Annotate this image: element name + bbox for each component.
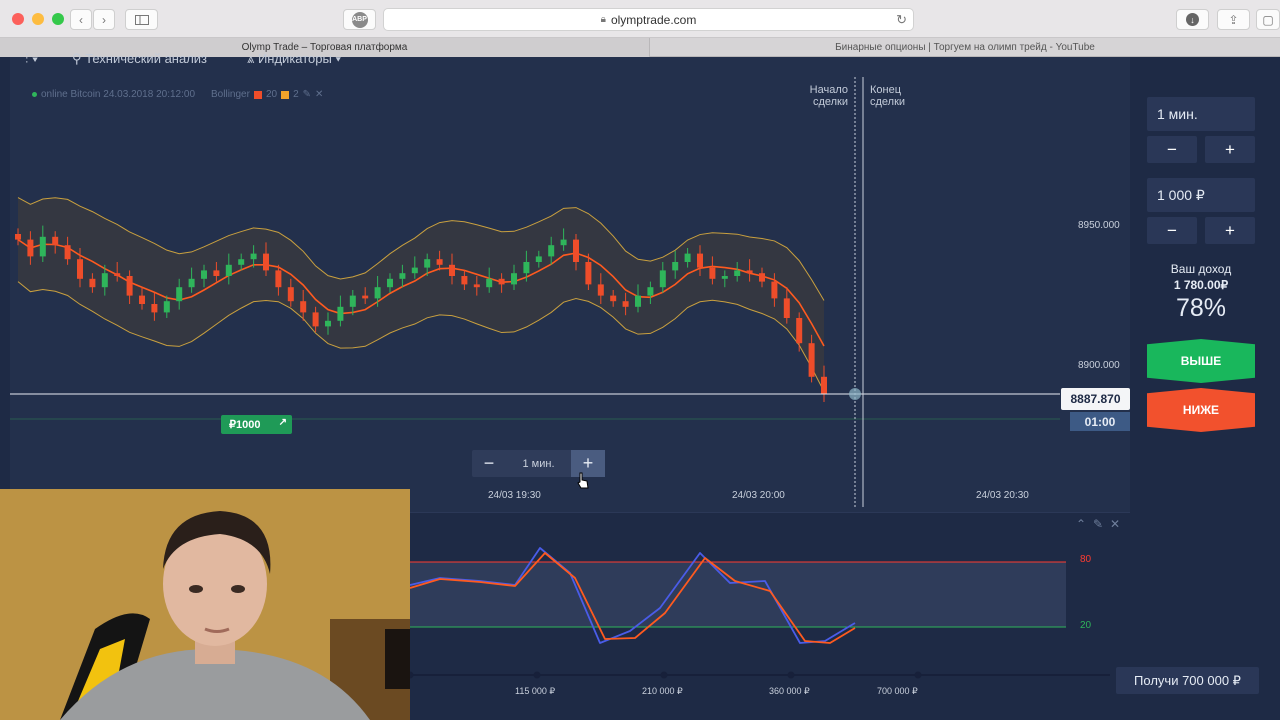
lower-button[interactable]: НИЖЕ bbox=[1147, 388, 1255, 432]
close-panel-icon[interactable]: ✕ bbox=[1110, 517, 1120, 531]
level-low-label: 20 bbox=[1080, 620, 1092, 631]
expiry-timer: 01:00 bbox=[1070, 412, 1130, 431]
progress-dot bbox=[914, 671, 922, 679]
reward-tick-115000: 115 000 ₽ bbox=[515, 686, 556, 696]
sidebar-button[interactable] bbox=[125, 9, 158, 30]
reward-tick-210000: 210 000 ₽ bbox=[642, 686, 683, 696]
time-increase-button[interactable]: + bbox=[1205, 136, 1255, 163]
back-button[interactable]: ‹ bbox=[70, 9, 92, 30]
higher-label: ВЫШЕ bbox=[1180, 354, 1222, 368]
y-tick-8900: 8900.000 bbox=[1078, 360, 1120, 371]
hand-cursor-icon bbox=[577, 472, 589, 489]
chevron-left-icon: ‹ bbox=[79, 12, 83, 27]
amount-increase-button[interactable]: + bbox=[1205, 217, 1255, 244]
higher-button[interactable]: ВЫШЕ bbox=[1147, 339, 1255, 383]
adblock-icon: ABP bbox=[351, 11, 368, 28]
amount-decrease-button[interactable]: − bbox=[1147, 217, 1197, 244]
reward-tick-700000: 700 000 ₽ bbox=[877, 686, 918, 696]
candlestick-plot bbox=[10, 77, 1060, 507]
deal-amount: ₽1000 bbox=[229, 419, 261, 431]
tabs-overview-button[interactable]: ▢ bbox=[1256, 9, 1280, 30]
deal-start-line2: сделки bbox=[812, 96, 848, 108]
live-price-marker bbox=[849, 387, 861, 400]
income-label: Ваш доход bbox=[1170, 262, 1232, 276]
collapse-panel-icon[interactable]: ⌃ bbox=[1076, 517, 1086, 531]
level-high-label: 80 bbox=[1080, 554, 1092, 565]
get-bonus-button[interactable]: Получи 700 000 ₽ bbox=[1116, 667, 1259, 694]
time-field[interactable]: 1 мин. bbox=[1147, 97, 1255, 131]
forward-button[interactable]: › bbox=[93, 9, 115, 30]
edit-panel-icon[interactable]: ✎ bbox=[1093, 517, 1103, 531]
reload-icon[interactable]: ↻ bbox=[896, 12, 907, 28]
bollinger-band-area bbox=[18, 197, 824, 392]
tab-title: Бинарные опционы | Торгуем на олимп трей… bbox=[835, 42, 1095, 53]
deal-end-line1: Конец bbox=[870, 84, 902, 96]
x-tick-1930: 24/03 19:30 bbox=[488, 490, 541, 501]
progress-dot bbox=[533, 671, 541, 679]
amount-field[interactable]: 1 000 ₽ bbox=[1147, 178, 1255, 212]
deal-start-label: Начало сделки bbox=[805, 84, 848, 108]
current-price-tag: 8887.870 bbox=[1061, 388, 1130, 410]
share-button[interactable]: ⇪ bbox=[1217, 9, 1250, 30]
deal-end-label: Конец сделки bbox=[870, 84, 905, 108]
x-tick-2000: 24/03 20:00 bbox=[732, 490, 785, 501]
adblock-button[interactable]: ABP bbox=[343, 9, 376, 30]
close-window-button[interactable] bbox=[12, 13, 24, 25]
url-text: olymptrade.com bbox=[610, 12, 697, 27]
share-icon: ⇪ bbox=[1228, 12, 1239, 27]
address-bar[interactable]: 🔒︎ olymptrade.com ↻ bbox=[383, 8, 914, 31]
lower-label: НИЖЕ bbox=[1182, 403, 1220, 417]
tabs-icon: ▢ bbox=[1262, 12, 1274, 27]
tab-youtube[interactable]: Бинарные опционы | Торгуем на олимп трей… bbox=[649, 38, 1280, 57]
open-deal-badge[interactable]: ₽1000 ↗ bbox=[221, 415, 292, 434]
chevron-right-icon: › bbox=[102, 12, 106, 27]
income-amount: 1 780.00₽ bbox=[1173, 278, 1229, 292]
browser-toolbar: ‹ › ABP 🔒︎ olymptrade.com ↻ ↓ ⇪ ▢ bbox=[0, 0, 1280, 38]
y-tick-8950: 8950.000 bbox=[1078, 220, 1120, 231]
download-icon: ↓ bbox=[1186, 13, 1199, 26]
zoom-label: 1 мин. bbox=[522, 457, 555, 470]
arrow-up-right-icon: ↗ bbox=[278, 417, 287, 428]
downloads-button[interactable]: ↓ bbox=[1176, 9, 1209, 30]
zoom-out-button[interactable]: − bbox=[472, 450, 506, 477]
maximize-window-button[interactable] bbox=[52, 13, 64, 25]
time-value: 1 мин. bbox=[1157, 106, 1198, 122]
reward-tick-360000: 360 000 ₽ bbox=[769, 686, 810, 696]
minimize-window-button[interactable] bbox=[32, 13, 44, 25]
screen: ‹ › ABP 🔒︎ olymptrade.com ↻ ↓ ⇪ ▢ Olymp … bbox=[0, 0, 1280, 720]
income-percent: 78% bbox=[1175, 294, 1227, 322]
lock-icon: 🔒︎ bbox=[600, 14, 606, 25]
sidebar-icon bbox=[134, 14, 149, 25]
progress-dot bbox=[787, 671, 795, 679]
deal-end-line2: сделки bbox=[870, 96, 906, 108]
presenter-video bbox=[0, 489, 410, 720]
stochastic-range-area bbox=[410, 562, 1066, 627]
time-decrease-button[interactable]: − bbox=[1147, 136, 1197, 163]
price-chart[interactable]: ⫶ ▾ ⚲ Технический анализ ⩓ Индикаторы ▾ … bbox=[10, 51, 1130, 512]
amount-value: 1 000 ₽ bbox=[1157, 186, 1205, 203]
progress-dot bbox=[660, 671, 668, 679]
webcam-overlay bbox=[0, 489, 410, 720]
deal-start-line1: Начало bbox=[809, 84, 848, 96]
x-tick-2030: 24/03 20:30 bbox=[976, 490, 1029, 501]
